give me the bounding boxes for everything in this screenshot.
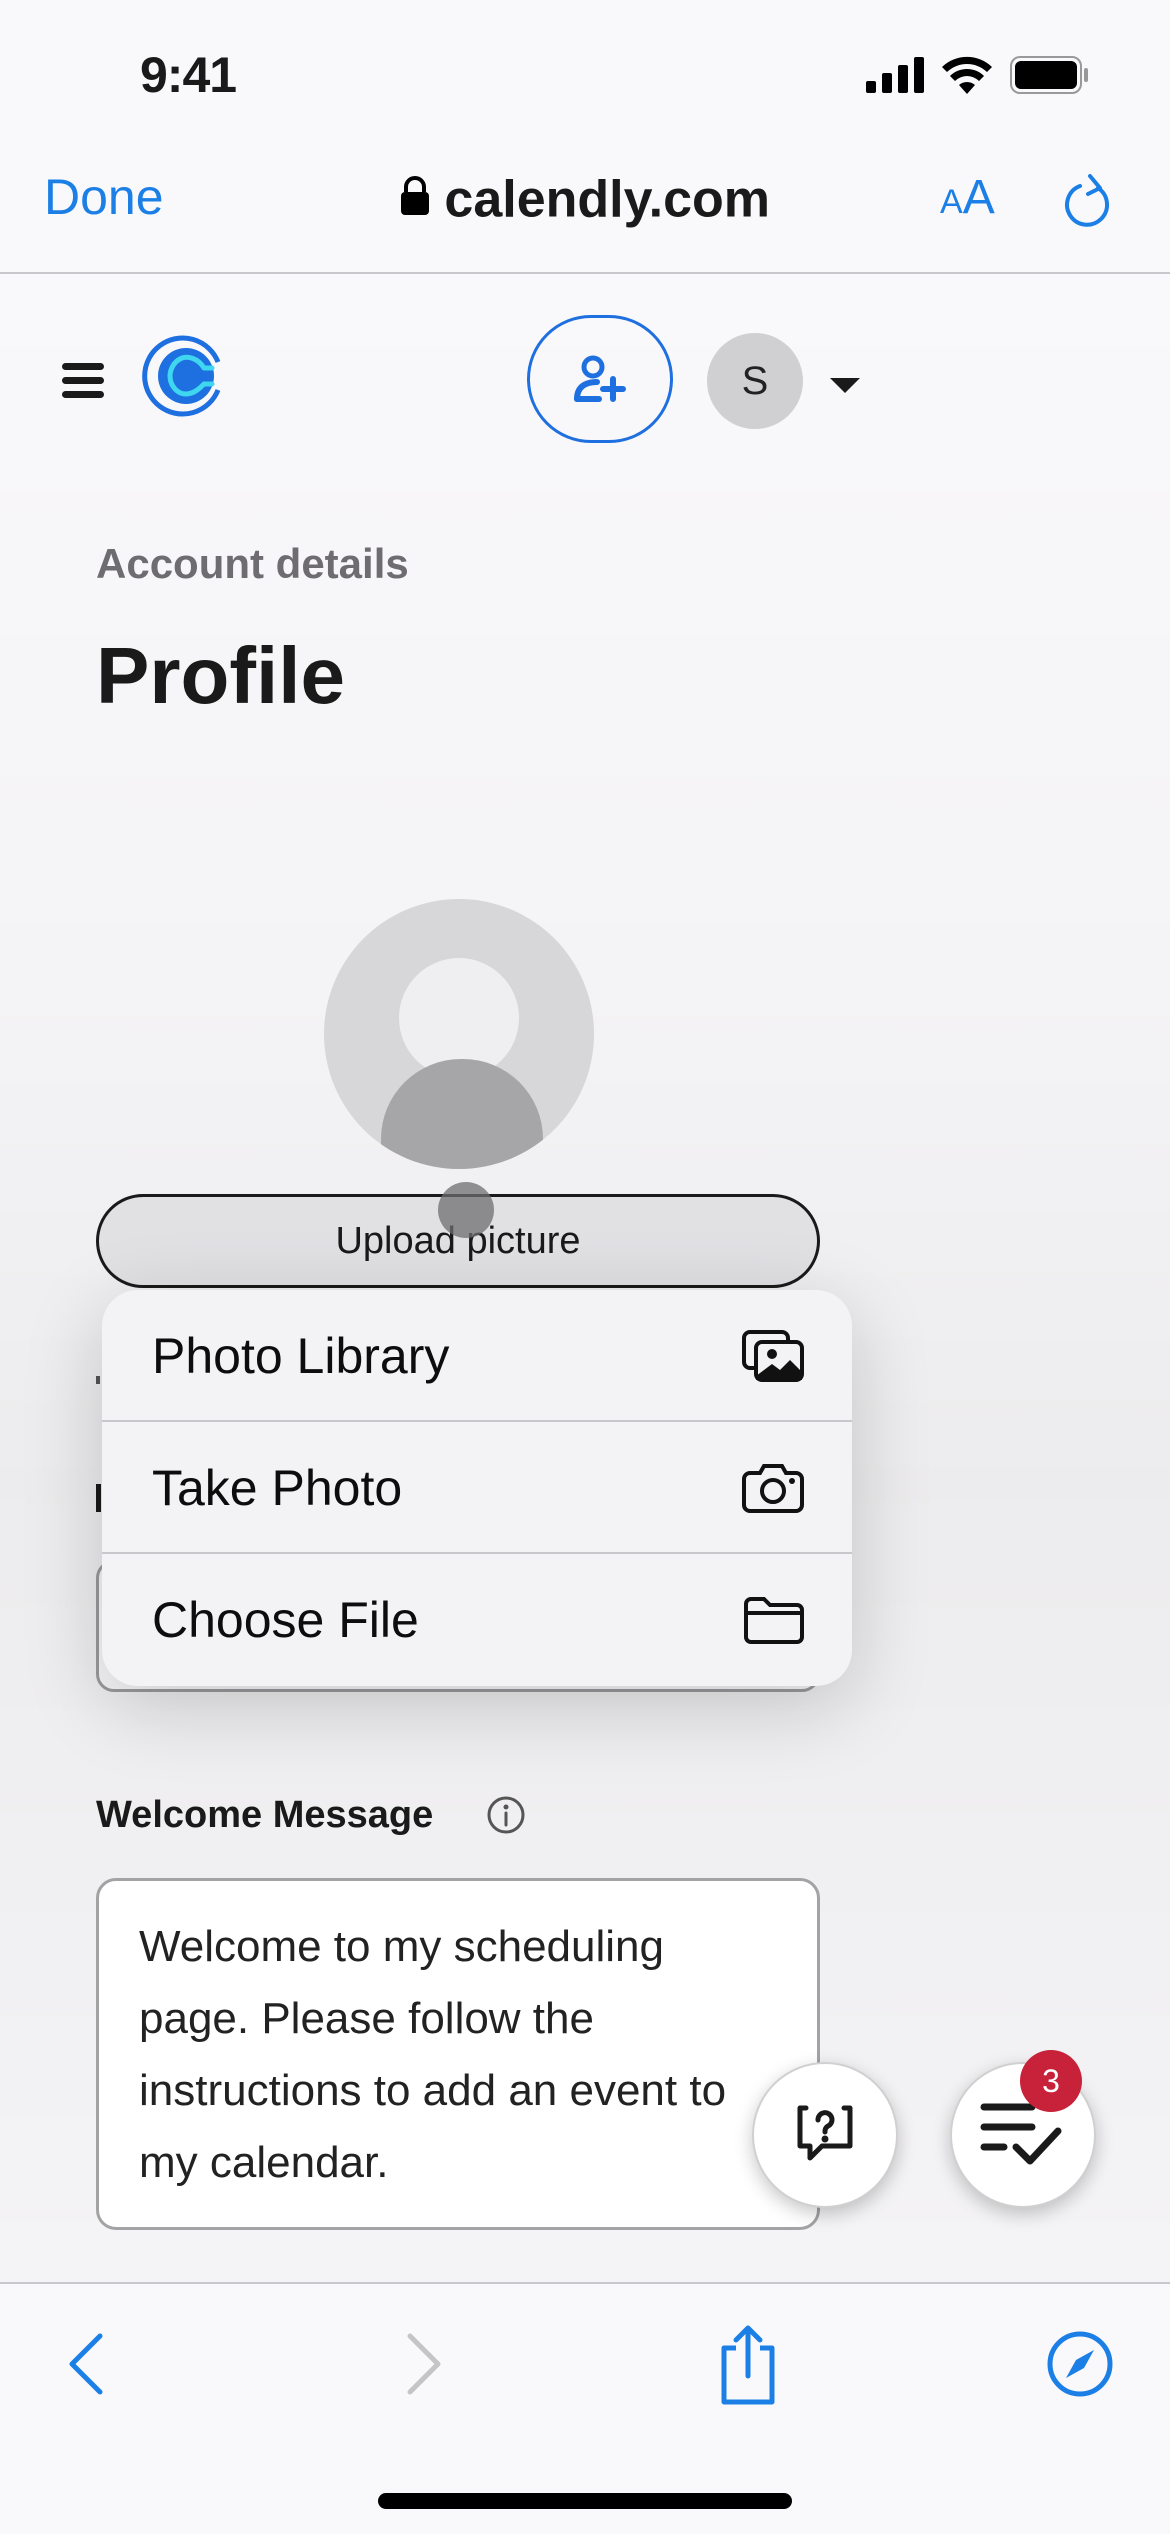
lock-icon <box>400 170 444 228</box>
touch-indicator <box>438 1182 494 1238</box>
user-avatar[interactable]: S <box>707 333 803 429</box>
back-icon[interactable] <box>66 2332 106 2401</box>
profile-picture-placeholder <box>324 899 594 1169</box>
status-icons <box>866 56 1090 94</box>
info-icon[interactable] <box>486 1795 526 1840</box>
account-dropdown-caret-icon[interactable] <box>830 378 860 393</box>
text-size-button[interactable]: AA <box>940 170 995 225</box>
add-user-icon <box>574 355 626 402</box>
text-size-large-glyph: A <box>962 171 995 224</box>
menu-item-label: Photo Library <box>152 1327 450 1384</box>
page-title: Profile <box>96 631 345 720</box>
help-button[interactable] <box>752 2062 898 2208</box>
menu-item-label: Choose File <box>152 1591 419 1648</box>
home-indicator[interactable] <box>378 2493 792 2509</box>
forward-icon[interactable] <box>404 2332 444 2401</box>
section-label: Account details <box>96 540 409 587</box>
menu-item-label: Take Photo <box>152 1459 403 1516</box>
menu-item-take-photo[interactable]: Take Photo <box>102 1422 852 1553</box>
url-text: calendly.com <box>444 170 771 229</box>
photo-library-icon <box>742 1329 804 1382</box>
invite-user-button[interactable] <box>527 315 673 443</box>
tasks-count-badge: 3 <box>1020 2050 1082 2112</box>
text-size-small-glyph: A <box>940 183 963 221</box>
camera-icon <box>742 1463 804 1513</box>
obscured-label-fragment <box>96 1484 101 1512</box>
folder-icon <box>744 1596 804 1644</box>
obscured-label-fragment <box>96 1376 100 1384</box>
reload-icon[interactable] <box>1062 170 1112 235</box>
menu-icon[interactable] <box>62 363 104 405</box>
welcome-message-label: Welcome Message <box>96 1794 434 1836</box>
cellular-signal-icon <box>866 57 924 93</box>
battery-icon <box>1010 56 1088 94</box>
status-time: 9:41 <box>140 47 237 103</box>
menu-item-choose-file[interactable]: Choose File <box>102 1554 852 1685</box>
upload-options-menu: Photo Library Take Photo Choose File <box>102 1290 852 1686</box>
share-icon[interactable] <box>716 2324 780 2411</box>
menu-item-photo-library[interactable]: Photo Library <box>102 1290 852 1421</box>
welcome-message-input[interactable]: Welcome to my scheduling page. Please fo… <box>96 1878 820 2230</box>
compass-icon[interactable] <box>1046 2330 1114 2403</box>
calendly-logo[interactable] <box>142 332 230 425</box>
help-chat-icon <box>797 2105 853 2161</box>
wifi-icon <box>942 56 992 94</box>
